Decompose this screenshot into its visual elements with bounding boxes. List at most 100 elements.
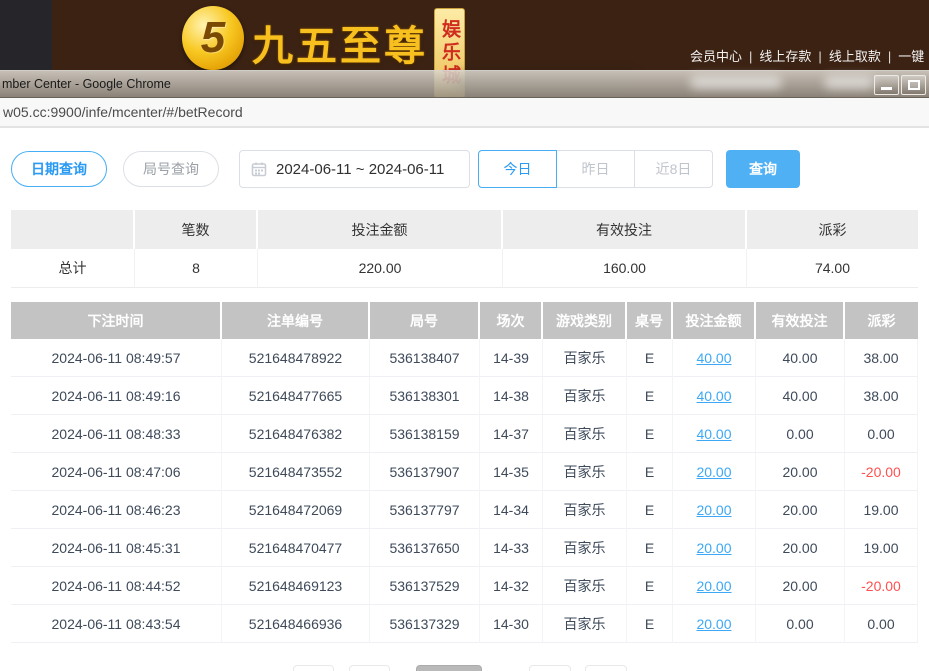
date-range-input[interactable]: 2024-06-11 ~ 2024-06-11 — [239, 150, 470, 188]
table-row: 2024-06-11 08:43:54521648466936536137329… — [11, 605, 918, 643]
cell-bet-amount: 20.00 — [673, 567, 756, 605]
cell-bet-number: 521648469123 — [222, 567, 370, 605]
table-row: 2024-06-11 08:49:16521648477665536138301… — [11, 377, 918, 415]
cell-bet-number: 521648470477 — [222, 529, 370, 567]
cell-game-type: 百家乐 — [543, 453, 627, 491]
logo-95-icon: 5 — [182, 6, 244, 70]
maximize-button[interactable] — [901, 75, 926, 95]
cell-bet-amount: 20.00 — [673, 491, 756, 529]
cell-game-type: 百家乐 — [543, 339, 627, 377]
nav-separator: | — [818, 49, 821, 64]
cell-bet-amount: 40.00 — [673, 415, 756, 453]
table-row: 2024-06-11 08:49:57521648478922536138407… — [11, 339, 918, 377]
pagination-button-3[interactable] — [529, 665, 571, 671]
screen: 5 九五至尊 娱乐城 会员中心|线上存款|线上取款|一键 mber Center… — [0, 0, 929, 671]
quick-range-2[interactable]: 近8日 — [634, 150, 713, 188]
pagination-button-4[interactable] — [585, 665, 627, 671]
cell-round-number: 536138407 — [370, 339, 480, 377]
table-header-cell: 有效投注 — [756, 302, 845, 339]
cell-bet-time: 2024-06-11 08:46:23 — [11, 491, 222, 529]
cell-bet-time: 2024-06-11 08:48:33 — [11, 415, 222, 453]
cell-session: 14-37 — [480, 415, 543, 453]
cell-game-type: 百家乐 — [543, 605, 627, 643]
cell-game-type: 百家乐 — [543, 415, 627, 453]
nav-item-1[interactable]: 线上存款 — [759, 49, 811, 64]
cell-valid-bet: 20.00 — [756, 529, 845, 567]
cell-bet-time: 2024-06-11 08:49:57 — [11, 339, 222, 377]
filter-toolbar: 日期查询 局号查询 2024-06-11 ~ 2024-06-11 今日昨日近8… — [11, 150, 918, 188]
cell-session: 14-33 — [480, 529, 543, 567]
table-header-cell: 下注时间 — [11, 302, 222, 339]
cell-valid-bet: 0.00 — [756, 415, 845, 453]
cell-payout: 19.00 — [845, 529, 918, 567]
bet-amount-link[interactable]: 40.00 — [696, 426, 731, 442]
cell-payout: -20.00 — [845, 567, 918, 605]
table-header-row: 下注时间注单编号局号场次游戏类别桌号投注金额有效投注派彩 — [11, 302, 918, 339]
bet-amount-link[interactable]: 20.00 — [696, 578, 731, 594]
cell-bet-amount: 20.00 — [673, 605, 756, 643]
nav-item-3[interactable]: 一键 — [898, 49, 924, 64]
bet-amount-link[interactable]: 20.00 — [696, 540, 731, 556]
cell-round-number: 536137797 — [370, 491, 480, 529]
date-query-tab[interactable]: 日期查询 — [11, 151, 107, 187]
bet-amount-link[interactable]: 20.00 — [696, 464, 731, 480]
cell-bet-amount: 20.00 — [673, 453, 756, 491]
cell-session: 14-34 — [480, 491, 543, 529]
search-button[interactable]: 查询 — [726, 150, 800, 188]
pagination-button-1[interactable] — [349, 665, 390, 671]
table-header-cell: 游戏类别 — [543, 302, 627, 339]
summary-header-cell: 有效投注 — [503, 210, 747, 249]
cell-bet-number: 521648477665 — [222, 377, 370, 415]
window-title-bar[interactable]: mber Center - Google Chrome — [0, 70, 929, 98]
table-body: 2024-06-11 08:49:57521648478922536138407… — [11, 339, 918, 643]
minimize-button[interactable] — [874, 75, 899, 95]
cell-bet-number: 521648476382 — [222, 415, 370, 453]
summary-total-cell: 总计 — [11, 249, 135, 288]
bet-amount-link[interactable]: 40.00 — [696, 350, 731, 366]
cell-bet-time: 2024-06-11 08:45:31 — [11, 529, 222, 567]
bet-amount-link[interactable]: 20.00 — [696, 616, 731, 632]
bet-amount-link[interactable]: 20.00 — [696, 502, 731, 518]
logo-number: 5 — [201, 13, 225, 63]
table-header-cell: 注单编号 — [222, 302, 370, 339]
cell-bet-number: 521648472069 — [222, 491, 370, 529]
window-title: mber Center - Google Chrome — [2, 71, 171, 98]
table-header-cell: 投注金额 — [673, 302, 756, 339]
round-query-tab[interactable]: 局号查询 — [123, 151, 219, 187]
cell-round-number: 536137907 — [370, 453, 480, 491]
table-row: 2024-06-11 08:46:23521648472069536137797… — [11, 491, 918, 529]
summary-header-cell — [11, 210, 135, 249]
quick-range-group: 今日昨日近8日 — [478, 150, 713, 188]
nav-item-2[interactable]: 线上取款 — [829, 49, 881, 64]
cell-table-number: E — [627, 491, 673, 529]
cell-payout: 0.00 — [845, 415, 918, 453]
nav-item-0[interactable]: 会员中心 — [690, 49, 742, 64]
quick-range-1[interactable]: 昨日 — [556, 150, 635, 188]
cell-payout: -20.00 — [845, 453, 918, 491]
address-bar[interactable]: w05.cc:9900/infe/mcenter/#/betRecord — [0, 98, 929, 128]
cell-session: 14-32 — [480, 567, 543, 605]
cell-bet-time: 2024-06-11 08:44:52 — [11, 567, 222, 605]
cell-session: 14-39 — [480, 339, 543, 377]
quick-range-0[interactable]: 今日 — [478, 150, 557, 188]
pagination-button-2[interactable] — [416, 665, 482, 671]
table-header-cell: 场次 — [480, 302, 543, 339]
cell-valid-bet: 20.00 — [756, 567, 845, 605]
cell-table-number: E — [627, 415, 673, 453]
pagination-button-0[interactable] — [293, 665, 334, 671]
calendar-icon — [251, 161, 267, 177]
summary-total-cell: 74.00 — [747, 249, 918, 288]
cell-round-number: 536138159 — [370, 415, 480, 453]
bet-amount-link[interactable]: 40.00 — [696, 388, 731, 404]
background-window-strip — [0, 0, 52, 70]
cell-payout: 19.00 — [845, 491, 918, 529]
cell-table-number: E — [627, 567, 673, 605]
cell-valid-bet: 20.00 — [756, 453, 845, 491]
table-row: 2024-06-11 08:47:06521648473552536137907… — [11, 453, 918, 491]
nav-separator: | — [749, 49, 752, 64]
nav-separator: | — [888, 49, 891, 64]
cell-bet-time: 2024-06-11 08:47:06 — [11, 453, 222, 491]
pagination — [0, 665, 929, 671]
summary-header-cell: 派彩 — [747, 210, 918, 249]
cell-table-number: E — [627, 529, 673, 567]
